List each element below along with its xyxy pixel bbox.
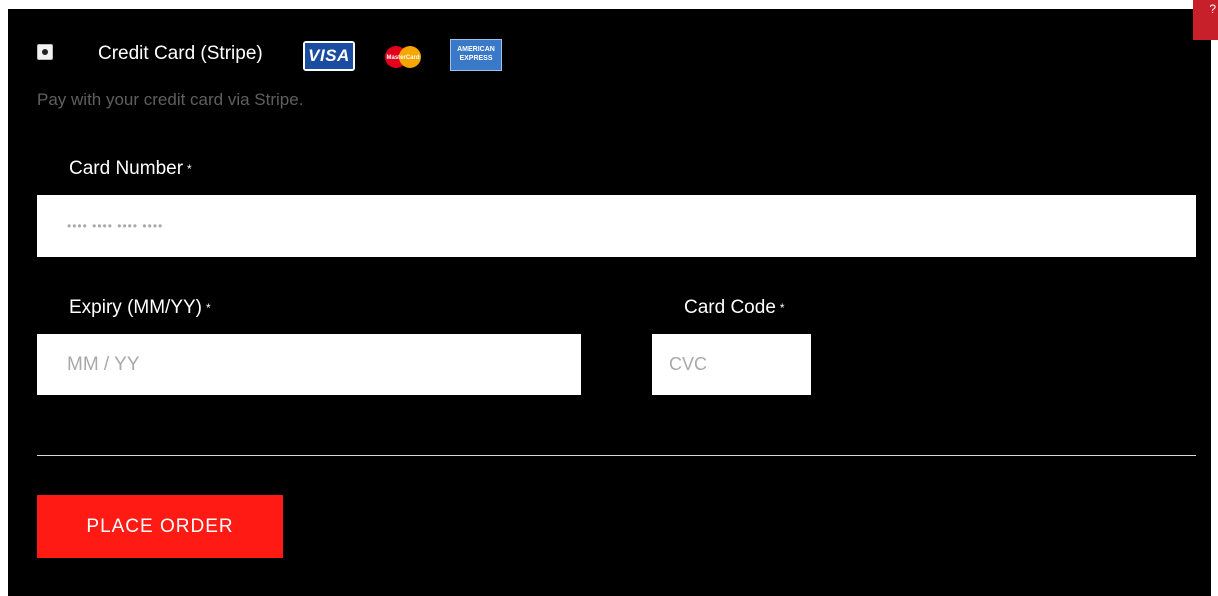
- expiry-required-mark: *: [206, 301, 211, 315]
- card-number-label: Card Number *: [69, 157, 192, 181]
- payment-method-label[interactable]: Credit Card (Stripe): [98, 42, 263, 66]
- credit-card-radio[interactable]: [37, 44, 53, 60]
- amex-icon-line2: EXPRESS: [459, 55, 493, 62]
- radio-selected-dot: [42, 49, 48, 55]
- expiry-label-text: Expiry (MM/YY): [69, 297, 202, 318]
- card-code-label-text: Card Code: [684, 297, 776, 318]
- corner-badge[interactable]: ?: [1193, 0, 1218, 40]
- corner-badge-text: ?: [1209, 2, 1216, 16]
- visa-icon-text: VISA: [305, 43, 353, 69]
- expiry-label: Expiry (MM/YY) *: [69, 296, 211, 320]
- visa-icon: VISA: [303, 41, 355, 71]
- section-divider: [37, 455, 1196, 456]
- card-code-input[interactable]: [652, 334, 811, 395]
- expiry-input[interactable]: [37, 334, 581, 395]
- card-number-input[interactable]: [37, 195, 1196, 257]
- mastercard-icon: MasterCard: [380, 45, 426, 69]
- place-order-button[interactable]: PLACE ORDER: [37, 495, 283, 558]
- payment-method-description: Pay with your credit card via Stripe.: [37, 90, 304, 109]
- card-code-required-mark: *: [779, 301, 785, 315]
- card-code-label: Card Code *: [684, 296, 785, 320]
- amex-icon: AMERICAN EXPRESS: [450, 39, 502, 71]
- mastercard-icon-text: MasterCard: [386, 55, 419, 61]
- amex-icon-line1: AMERICAN: [457, 46, 495, 53]
- card-number-label-text: Card Number: [69, 158, 184, 179]
- card-number-required-mark: *: [187, 162, 192, 176]
